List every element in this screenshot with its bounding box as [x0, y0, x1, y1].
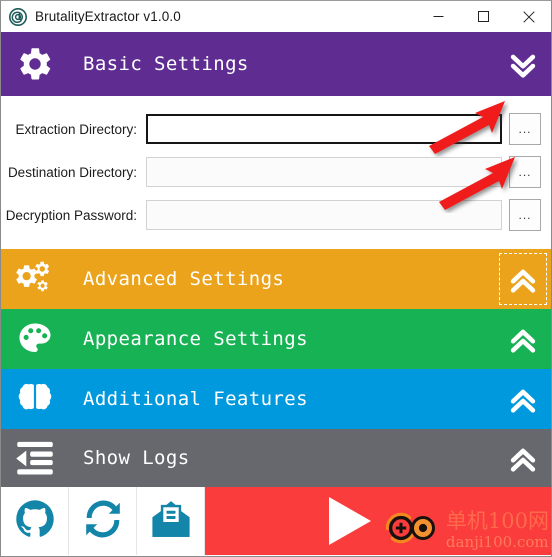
window-controls [416, 1, 551, 32]
form-row-decryption-password: Decryption Password: ... [1, 196, 551, 234]
section-header-show-logs[interactable]: Show Logs [1, 429, 551, 487]
maximize-button[interactable] [461, 1, 506, 32]
gears-icon [7, 260, 63, 298]
decryption-password-browse-button[interactable]: ... [509, 199, 541, 231]
danji-logo-icon [382, 508, 444, 553]
app-logo-icon [9, 7, 27, 26]
mail-envelope-icon [150, 498, 192, 545]
section-title-additional-features: Additional Features [83, 388, 308, 410]
watermark-text: 单机100网 danji100.com [446, 511, 549, 550]
refresh-sync-button[interactable] [69, 487, 137, 555]
section-header-advanced-settings[interactable]: Advanced Settings [1, 249, 551, 309]
github-icon [14, 498, 56, 545]
destination-directory-input[interactable] [146, 157, 502, 187]
section-header-appearance-settings[interactable]: Appearance Settings [1, 309, 551, 369]
play-triangle-icon [329, 497, 371, 545]
section-title-show-logs: Show Logs [83, 447, 190, 469]
double-chevron-up-icon[interactable] [495, 249, 551, 309]
minimize-icon [433, 16, 444, 17]
mail-envelope-button[interactable] [137, 487, 205, 555]
double-chevron-up-icon[interactable] [495, 309, 551, 369]
label-extraction-directory: Extraction Directory: [15, 121, 137, 137]
close-button[interactable] [506, 1, 551, 32]
label-destination-directory: Destination Directory: [7, 164, 137, 180]
section-title-appearance-settings: Appearance Settings [83, 328, 308, 350]
gear-icon [7, 45, 63, 83]
close-icon [522, 10, 535, 23]
destination-directory-browse-button[interactable]: ... [509, 156, 541, 188]
refresh-sync-icon [82, 498, 124, 545]
github-button[interactable] [1, 487, 69, 555]
section-header-basic-settings[interactable]: Basic Settings [1, 32, 551, 96]
window-title: BrutalityExtractor v1.0.0 [35, 9, 181, 24]
watermark-cn-text: 单机100网 [445, 509, 549, 533]
watermark-en-text: danji100.com [445, 533, 549, 551]
indent-list-icon [7, 439, 63, 477]
double-chevron-down-icon[interactable] [495, 32, 551, 96]
section-title-basic-settings: Basic Settings [83, 53, 249, 75]
run-extract-button[interactable]: 单机100网 danji100.com [205, 487, 551, 555]
brain-icon [7, 380, 63, 418]
extraction-directory-input[interactable] [146, 114, 502, 144]
maximize-icon [478, 11, 489, 22]
decryption-password-input[interactable] [146, 200, 502, 230]
section-title-advanced-settings: Advanced Settings [83, 268, 285, 290]
palette-icon [7, 320, 63, 358]
section-header-additional-features[interactable]: Additional Features [1, 369, 551, 429]
form-row-destination-directory: Destination Directory: ... [1, 153, 551, 191]
app-window: BrutalityExtractor v1.0.0 Basic Settings… [0, 0, 552, 557]
watermark: 单机100网 danji100.com [382, 508, 549, 553]
bottom-toolbar: 单机100网 danji100.com [1, 487, 551, 555]
label-decryption-password: Decryption Password: [5, 207, 137, 223]
extraction-directory-browse-button[interactable]: ... [509, 113, 541, 145]
title-bar: BrutalityExtractor v1.0.0 [1, 1, 551, 32]
basic-settings-form: Extraction Directory: ... Destination Di… [1, 96, 551, 249]
form-row-extraction-directory: Extraction Directory: ... [1, 110, 551, 148]
double-chevron-up-icon[interactable] [495, 369, 551, 429]
minimize-button[interactable] [416, 1, 461, 32]
double-chevron-up-icon[interactable] [495, 429, 551, 487]
